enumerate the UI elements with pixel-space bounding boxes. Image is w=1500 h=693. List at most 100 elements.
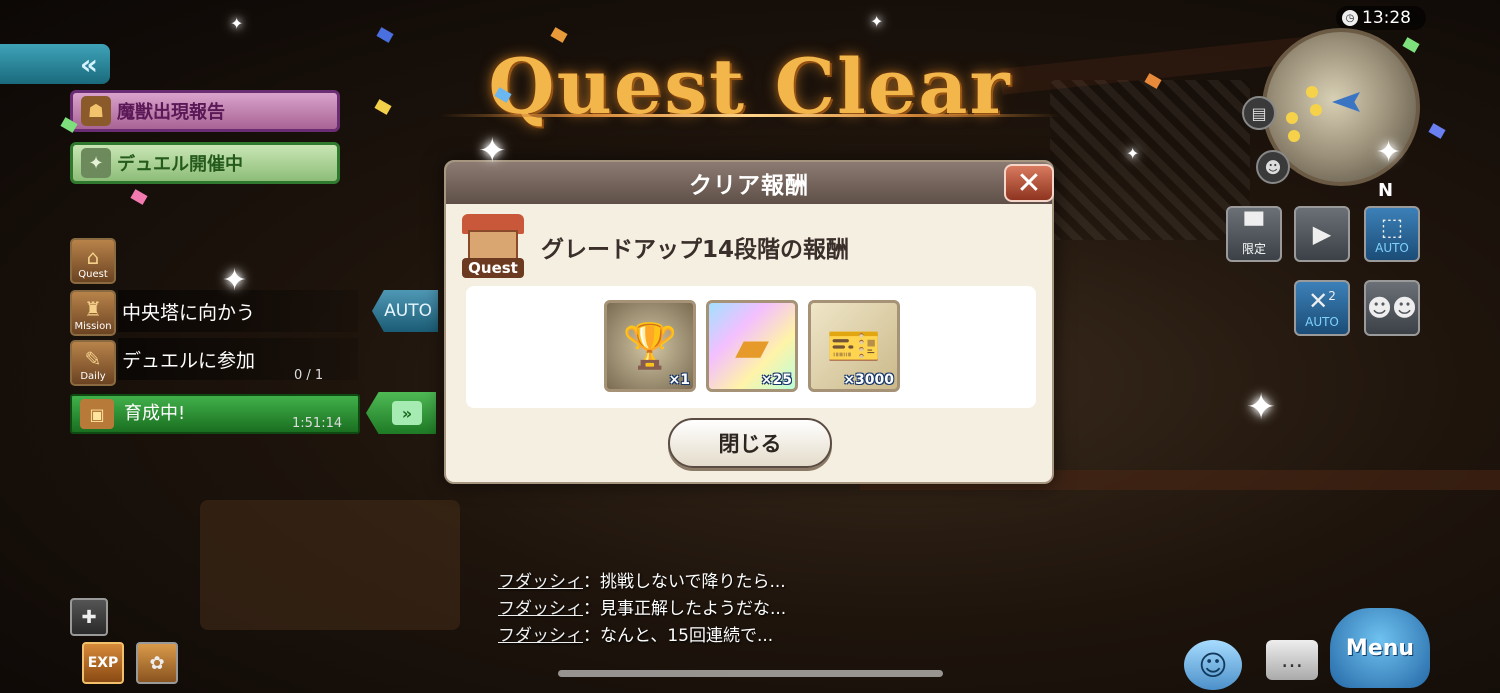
mission-text: 中央塔に向かう [122, 302, 256, 324]
chat-text: 挑戦しないで降りたら... [600, 572, 786, 592]
auto2-label: AUTO [1305, 315, 1339, 329]
training-text: 育成中! [124, 403, 186, 424]
reward-item-trophy[interactable]: 🏆 ×1 [604, 300, 696, 392]
confetti-piece [1144, 73, 1162, 89]
double-chevron-left-icon: « [79, 47, 98, 81]
confetti-piece [550, 27, 568, 43]
collapse-panel-button[interactable]: « [0, 44, 110, 84]
camera-button[interactable]: ▶ [1294, 206, 1350, 262]
event-banner-monster-report[interactable]: ☗ 魔獣出現報告 [70, 90, 340, 132]
quest-icon-label: Quest [78, 269, 108, 280]
auto-battle-button[interactable]: ⬚ AUTO [1364, 206, 1420, 262]
sparkle-icon: ✦ [230, 14, 244, 33]
sword-icon: ✕2 [1308, 287, 1336, 315]
group-people-icon: ☻☻ [1366, 294, 1418, 322]
quest-clear-title: Quest Clear [488, 42, 1012, 131]
compass-north: N [1378, 180, 1394, 201]
clock-time: 13:28 [1362, 8, 1411, 28]
confetti-piece [374, 99, 392, 115]
home-indicator[interactable] [558, 670, 943, 677]
quest-badge-label: Quest [462, 258, 524, 278]
fast-forward-button[interactable]: » [366, 392, 436, 434]
double-speed-auto-button[interactable]: ✕2 AUTO [1294, 280, 1350, 336]
fast-forward-icon: » [392, 401, 422, 425]
sparkle-icon: ✦ [1126, 144, 1140, 163]
mission-button[interactable]: ♜ Mission [70, 290, 116, 336]
speed-multiplier: 2 [1328, 289, 1336, 303]
limited-event-button[interactable]: ▀ 限定 [1226, 206, 1282, 262]
dialog-title: クリア報酬 [689, 173, 809, 199]
shop-stall-icon: ⌂ [86, 245, 100, 269]
chat-message: フダッシィ：見事正解したようだな... [498, 599, 787, 619]
reward-item-ticket[interactable]: 🎫 ×3000 [808, 300, 900, 392]
item-quantity: ×25 [760, 372, 792, 388]
add-shortcut-button[interactable]: ✚ [70, 598, 108, 636]
confetti-piece [130, 189, 148, 205]
chat-text: なんと、15回連続で... [600, 626, 774, 646]
confetti-piece [1428, 123, 1446, 139]
chat-message: フダッシィ：なんと、15回連続で... [498, 626, 774, 646]
speech-bubble-icon: … [1281, 647, 1303, 673]
fox-mask-icon: ☗ [81, 96, 111, 126]
chat-speaker[interactable]: フダッシィ [498, 572, 583, 592]
event-banner-duel[interactable]: ✦ デュエル開催中 [70, 142, 340, 184]
plus-icon: ✚ [81, 606, 97, 628]
dragon-crest-icon: ✦ [81, 148, 111, 178]
reward-item-gold-ingot[interactable]: ▰ ×25 [706, 300, 798, 392]
close-button-label: 閉じる [718, 432, 782, 456]
menu-button[interactable]: Menu [1330, 608, 1430, 688]
reward-subtitle: グレードアップ14段階の報酬 [541, 237, 850, 263]
scroll-icon: ✎ [84, 347, 102, 371]
party-button[interactable]: ☻☻ [1364, 280, 1420, 336]
sparkle-icon: ✦ [478, 131, 507, 171]
sparkle-icon: ✦ [1376, 135, 1402, 170]
emote-button[interactable]: ☺ [1184, 640, 1242, 690]
quest-badge-icon: Quest [462, 214, 524, 278]
item-quantity: ×1 [668, 372, 690, 388]
reward-dialog: クリア報酬 ✕ Quest グレードアップ14段階の報酬 🏆 ×1 ▰ ×25 … [444, 160, 1054, 484]
quest-menu-button[interactable]: ⌂ Quest [70, 238, 116, 284]
chat-text: 見事正解したようだな... [600, 599, 787, 619]
exp-label: EXP [87, 655, 119, 671]
close-button[interactable]: 閉じる [668, 418, 832, 468]
event-label: デュエル開催中 [117, 154, 243, 175]
dialog-close-button[interactable]: ✕ [1004, 164, 1054, 202]
item-bag-icon: ✿ [149, 652, 165, 674]
training-timer: 1:51:14 [292, 416, 343, 431]
minimap-zoom-button[interactable]: ▤ [1242, 96, 1276, 130]
bag-button[interactable]: ✿ [136, 642, 178, 684]
chat-button[interactable]: … [1266, 640, 1318, 680]
chat-speaker[interactable]: フダッシィ [498, 626, 583, 646]
horn-icon: ♜ [84, 297, 102, 321]
dialog-header: クリア報酬 [446, 162, 1052, 204]
minimap-character-button[interactable]: ☻ [1256, 150, 1290, 184]
daily-button[interactable]: ✎ Daily [70, 340, 116, 386]
chat-log[interactable]: フダッシィ：挑戦しないで降りたら... フダッシィ：見事正解したようだな... … [498, 567, 878, 648]
clock-icon: ◷ [1342, 10, 1358, 26]
chat-speaker[interactable]: フダッシィ [498, 599, 583, 619]
limited-label: 限定 [1241, 241, 1266, 256]
menu-label: Menu [1345, 635, 1415, 661]
auto-label: AUTO [384, 301, 432, 321]
sparkle-icon: ✦ [870, 12, 884, 31]
clock-display: ◷ 13:28 [1336, 6, 1426, 30]
event-label: 魔獣出現報告 [117, 102, 225, 123]
map-icon: ▤ [1251, 103, 1267, 123]
mission-auto-button[interactable]: AUTO [372, 290, 438, 332]
frame-icon: ⬚ [1380, 213, 1404, 241]
sparkle-icon: ✦ [222, 263, 248, 298]
auto-label: AUTO [1375, 241, 1409, 255]
player-marker-icon [1332, 92, 1360, 112]
reward-items-panel: 🏆 ×1 ▰ ×25 🎫 ×3000 [466, 286, 1036, 408]
mission-icon-label: Mission [74, 321, 112, 332]
sparkle-icon: ✦ [1246, 387, 1277, 428]
chat-message: フダッシィ：挑戦しないで降りたら... [498, 572, 786, 592]
character-face-icon: ☻ [1264, 157, 1282, 177]
daily-icon-label: Daily [80, 371, 106, 382]
video-camera-icon: ▶ [1312, 220, 1332, 248]
exp-button[interactable]: EXP [82, 642, 124, 684]
daily-progress-count: 0 / 1 [294, 368, 324, 383]
top-hat-icon: ▀ [1244, 211, 1264, 240]
treasure-chest-icon: ▣ [80, 399, 114, 429]
title-underline [440, 114, 1060, 117]
